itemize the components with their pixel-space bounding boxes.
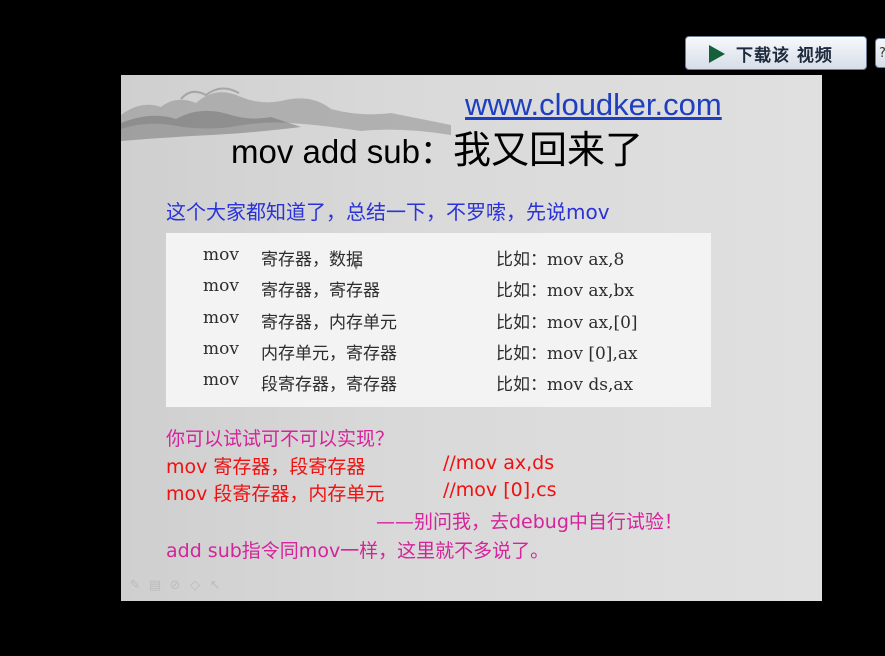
table-cell-example: 比如：mov ax,8 bbox=[496, 250, 625, 270]
marker-icon[interactable]: ◇ bbox=[187, 577, 203, 593]
pointer-icon[interactable]: ↖ bbox=[207, 577, 223, 593]
play-icon bbox=[709, 45, 725, 63]
eraser-icon[interactable]: ⊘ bbox=[167, 577, 183, 593]
table-row: mov 寄存器，内存单元 比如：mov ax,[0] bbox=[166, 308, 711, 339]
table-cell-op: mov bbox=[203, 245, 239, 265]
slideshow-toolbar: ✎ ▤ ⊘ ◇ ↖ bbox=[127, 577, 223, 593]
highlighter-icon[interactable]: ▤ bbox=[147, 577, 163, 593]
table-row: mov 寄存器，寄存器 比如：mov ax,bx bbox=[166, 276, 711, 307]
slide-title-en: mov add sub： bbox=[231, 133, 453, 170]
website-link[interactable]: www.cloudker.com bbox=[465, 87, 722, 123]
table-cell-example: 比如：mov ds,ax bbox=[496, 375, 634, 395]
try-1-comment: //mov ax,ds bbox=[443, 452, 555, 474]
hint-text: ——别问我，去debug中自行试验！ bbox=[376, 511, 683, 533]
table-cell-operands: 寄存器，内存单元 bbox=[261, 313, 397, 333]
mov-forms-table: mov 寄存器，数据 比如：mov ax,8 mov 寄存器，寄存器 比如：mo… bbox=[166, 233, 711, 407]
table-cell-operands: 内存单元，寄存器 bbox=[261, 344, 397, 364]
table-cell-example: 比如：mov [0],ax bbox=[496, 344, 638, 364]
table-row: mov 内存单元，寄存器 比如：mov [0],ax bbox=[166, 339, 711, 370]
intro-text: 这个大家都知道了，总结一下，不罗嗦，先说mov bbox=[166, 200, 610, 224]
table-cell-op: mov bbox=[203, 308, 239, 328]
slide: www.cloudker.com mov add sub：我又回来了 这个大家都… bbox=[121, 75, 822, 601]
table-cell-op: mov bbox=[203, 339, 239, 359]
try-line-2: mov 段寄存器，内存单元 //mov [0],cs bbox=[166, 479, 557, 506]
slide-title-cn: 我又回来了 bbox=[452, 128, 643, 172]
table-cell-operands: 寄存器，寄存器 bbox=[261, 281, 380, 301]
try-line-1: mov 寄存器，段寄存器 //mov ax,ds bbox=[166, 452, 554, 479]
video-toolbar: 下载该 视频 ? bbox=[685, 36, 885, 70]
try-2-comment: //mov [0],cs bbox=[443, 479, 557, 501]
help-button[interactable]: ? bbox=[875, 38, 885, 68]
table-row: mov 段寄存器，寄存器 比如：mov ds,ax bbox=[166, 370, 711, 401]
table-cell-operands: 寄存器，数据 bbox=[261, 250, 363, 270]
download-video-label: 下载该 视频 bbox=[736, 45, 833, 66]
table-row: mov 寄存器，数据 比如：mov ax,8 bbox=[166, 245, 711, 276]
pen-icon[interactable]: ✎ bbox=[127, 577, 143, 593]
try-2-code: mov 段寄存器，内存单元 bbox=[166, 483, 385, 505]
download-video-button[interactable]: 下载该 视频 bbox=[685, 36, 867, 70]
table-cell-example: 比如：mov ax,bx bbox=[496, 281, 634, 301]
slide-title: mov add sub：我又回来了 bbox=[231, 119, 643, 174]
question-text: 你可以试试可不可以实现？ bbox=[166, 428, 395, 450]
try-1-code: mov 寄存器，段寄存器 bbox=[166, 456, 366, 478]
mouse-cursor-icon bbox=[352, 261, 363, 270]
table-cell-operands: 段寄存器，寄存器 bbox=[261, 375, 397, 395]
table-cell-example: 比如：mov ax,[0] bbox=[496, 313, 638, 333]
table-cell-op: mov bbox=[203, 370, 239, 390]
table-cell-op: mov bbox=[203, 276, 239, 296]
note-text: add sub指令同mov一样，这里就不多说了。 bbox=[166, 540, 550, 562]
